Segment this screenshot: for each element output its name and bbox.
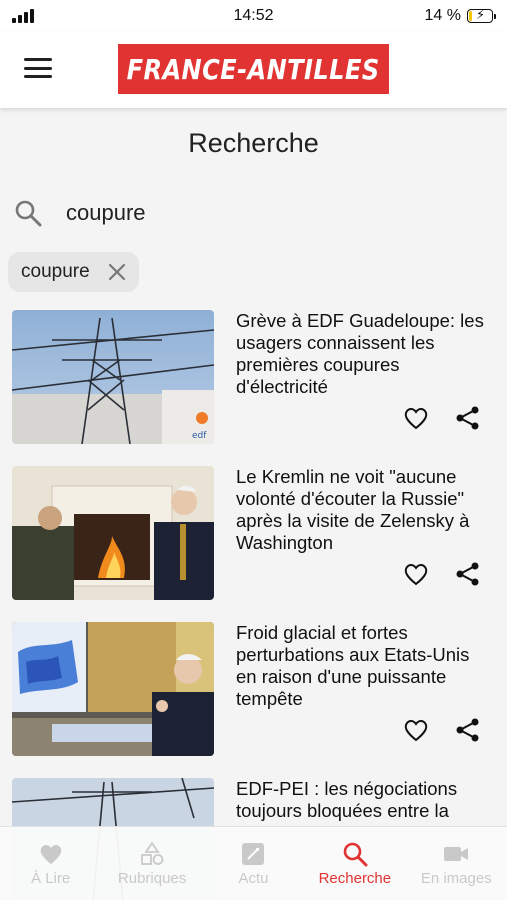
search-icon <box>343 842 368 867</box>
nav-item-a-lire[interactable]: À Lire <box>1 841 101 887</box>
signal-icon <box>12 9 34 23</box>
nav-label: À Lire <box>31 870 71 887</box>
oval-office-fireplace-photo[interactable] <box>12 466 214 600</box>
article-card[interactable]: Froid glacial et fortes perturbations au… <box>12 622 492 758</box>
logo-text: FRANCE-ANTILLES <box>126 52 381 86</box>
share-icon[interactable] <box>454 716 482 744</box>
nav-item-en-images[interactable]: En images <box>406 841 506 887</box>
app-header: FRANCE-ANTILLES <box>0 32 507 108</box>
nav-item-recherche[interactable]: Recherche <box>305 841 405 887</box>
article-title[interactable]: Le Kremlin ne voit "aucune volonté d'éco… <box>236 466 486 554</box>
nav-label: Recherche <box>318 870 392 887</box>
newspaper-icon <box>242 843 265 865</box>
close-icon[interactable] <box>107 262 127 282</box>
menu-icon[interactable] <box>24 56 52 80</box>
page-title: Recherche <box>188 128 319 158</box>
article-title[interactable]: Froid glacial et fortes perturbations au… <box>236 622 486 710</box>
shapes-icon <box>141 841 164 865</box>
heart-icon[interactable] <box>402 716 430 744</box>
france-antilles-logo[interactable]: FRANCE-ANTILLES <box>118 44 389 94</box>
power-pylon-photo[interactable]: edf <box>12 310 214 444</box>
search-icon[interactable] <box>14 199 42 227</box>
article-card[interactable]: Le Kremlin ne voit "aucune volonté d'éco… <box>12 466 492 602</box>
chip-label: coupure <box>21 261 90 282</box>
battery-percent: 14 % <box>424 7 461 24</box>
heart-icon[interactable] <box>402 404 430 432</box>
battery-icon: ⚡ <box>467 7 496 23</box>
video-camera-icon <box>444 847 469 861</box>
search-term-chip[interactable]: coupure <box>8 252 139 292</box>
article-title[interactable]: Grève à EDF Guadeloupe: les usagers conn… <box>236 310 486 398</box>
nav-label: En images <box>420 870 492 887</box>
search-bar <box>14 192 493 234</box>
svg-text:edf: edf <box>192 431 207 441</box>
heart-icon[interactable] <box>402 560 430 588</box>
article-card[interactable]: edf Grève à EDF Guadeloupe: les usagers … <box>12 310 492 446</box>
nav-item-actu[interactable]: Actu <box>203 841 303 887</box>
search-input[interactable] <box>66 200 446 226</box>
share-icon[interactable] <box>454 404 482 432</box>
nav-label: Actu <box>238 870 269 887</box>
press-briefing-weather-map-photo[interactable] <box>12 622 214 756</box>
heart-icon <box>40 844 61 864</box>
nav-label: Rubriques <box>117 870 187 887</box>
bottom-navigation: À Lire Rubriques Actu Recherche En image… <box>0 826 507 900</box>
share-icon[interactable] <box>454 560 482 588</box>
status-bar: 14:52 14 % ⚡ <box>0 0 507 32</box>
article-title[interactable]: EDF-PEI : les négociations toujours bloq… <box>236 778 486 822</box>
nav-item-rubriques[interactable]: Rubriques <box>102 841 202 887</box>
